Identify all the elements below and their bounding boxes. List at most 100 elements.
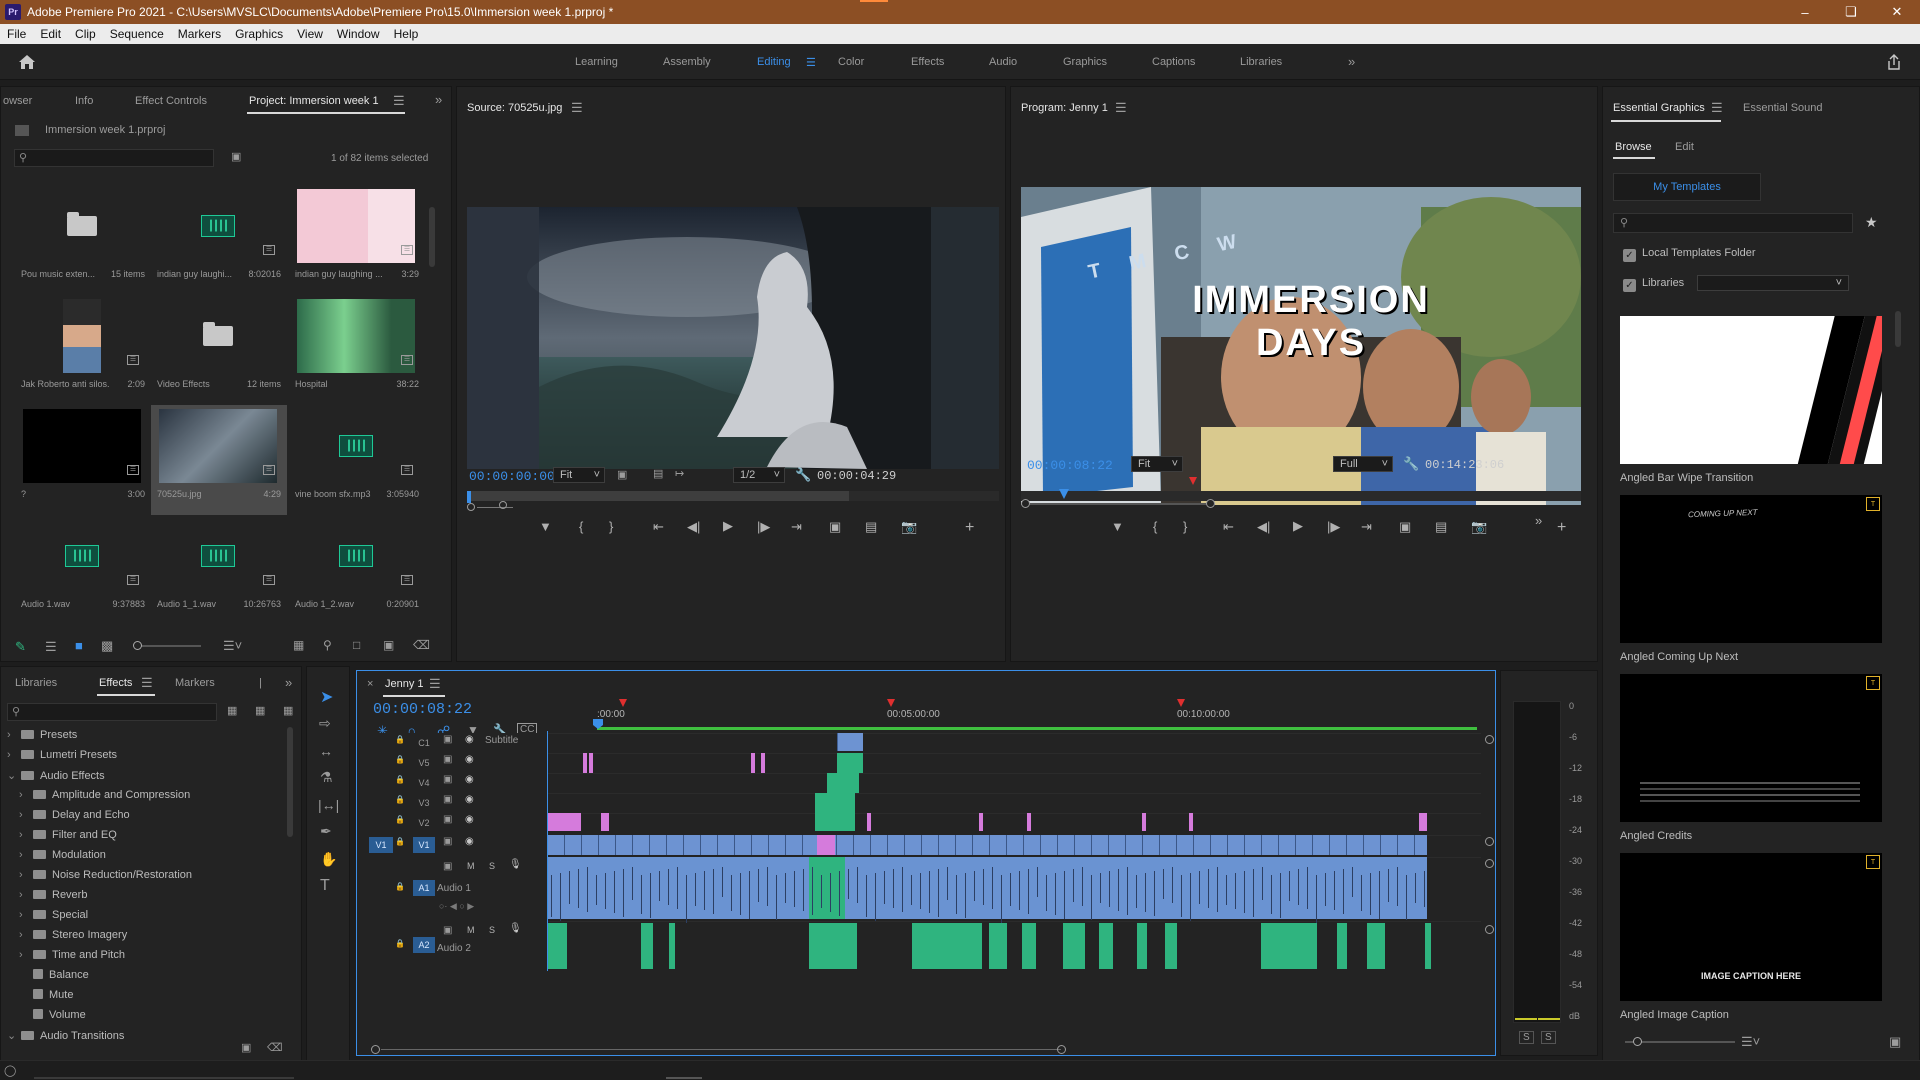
eg-edit-tab[interactable]: Edit	[1675, 141, 1694, 153]
effects-tree-item[interactable]: › Stereo Imagery	[7, 929, 127, 941]
source-zoom-handle[interactable]	[499, 501, 507, 509]
video-clip[interactable]	[867, 813, 871, 831]
overwrite-icon[interactable]: ▤	[865, 519, 877, 535]
audio-clip[interactable]	[547, 857, 1427, 919]
chevron-down-icon[interactable]: ⌄	[7, 769, 21, 782]
template-angled-bar-wipe[interactable]: Angled Bar Wipe Transition	[1620, 316, 1882, 484]
menu-edit[interactable]: Edit	[33, 27, 68, 41]
minimize-button[interactable]: –	[1782, 0, 1828, 24]
effects-tree-item[interactable]: › Amplitude and Compression	[7, 789, 190, 801]
meter-solo-left[interactable]: S	[1519, 1031, 1534, 1044]
program-zoom-bar[interactable]	[1021, 499, 1215, 508]
source-monitor-title[interactable]: Source: 70525u.jpg	[467, 102, 562, 114]
track-select-tool-icon[interactable]: ⇨	[319, 715, 331, 732]
program-add-marker-icon[interactable]: ▼	[1111, 519, 1124, 534]
workspace-audio[interactable]: Audio	[989, 56, 1017, 68]
workspace-color[interactable]: Color	[838, 56, 864, 68]
chevron-right-icon[interactable]: ›	[19, 889, 33, 901]
effects-tree-item[interactable]: › Delay and Echo	[7, 809, 130, 821]
effects-tree-item[interactable]: › Time and Pitch	[7, 949, 125, 961]
source-timecode[interactable]: 00:00:00:00	[469, 469, 555, 484]
workspace-libraries[interactable]: Libraries	[1240, 56, 1282, 68]
program-fit-select[interactable]: Fit ˅	[1131, 456, 1183, 472]
program-export-frame-icon[interactable]: 📷	[1471, 519, 1487, 535]
settings-wrench-icon[interactable]: 🔧	[795, 467, 811, 483]
effects-tree-item[interactable]: › Special	[7, 909, 88, 921]
effects-tree-item[interactable]: ⌄ Audio Transitions	[7, 1029, 124, 1042]
eye-visibility-icon[interactable]: ◉	[465, 794, 474, 805]
workspace-effects[interactable]: Effects	[911, 56, 944, 68]
track-lane[interactable]	[547, 813, 1481, 831]
meter-solo-right[interactable]: S	[1541, 1031, 1556, 1044]
razor-tool-icon[interactable]: ⚗	[320, 769, 333, 786]
template-angled-credits[interactable]: T Angled Credits	[1620, 674, 1882, 842]
video-clip[interactable]	[1419, 813, 1427, 831]
32bit-effects-icon[interactable]: ▦	[255, 704, 265, 717]
track-height-handle[interactable]	[1485, 837, 1494, 846]
go-to-out-icon[interactable]: ⇥	[791, 519, 802, 535]
panel-menu-icon[interactable]: ☰	[393, 93, 405, 109]
chevron-down-icon[interactable]: ⌄	[7, 1029, 21, 1042]
local-templates-checkbox[interactable]: ✓ Local Templates Folder	[1623, 247, 1756, 262]
accelerated-effects-icon[interactable]: ▦	[227, 704, 237, 717]
template-search-input[interactable]: ⚲	[1613, 213, 1853, 233]
sort-icon[interactable]: ☰˅	[223, 638, 242, 654]
workspace-captions[interactable]: Captions	[1152, 56, 1195, 68]
add-marker-icon[interactable]: ▼	[539, 519, 552, 534]
libraries-checkbox[interactable]: ✓ Libraries	[1623, 277, 1684, 292]
eye-visibility-icon[interactable]: ◉	[465, 836, 474, 847]
drag-video-icon[interactable]: ↦	[675, 467, 684, 480]
timeline-scrollbar[interactable]	[357, 1045, 1495, 1055]
menu-file[interactable]: File	[0, 27, 33, 41]
insert-icon[interactable]: ▣	[829, 519, 841, 535]
program-go-to-in-icon[interactable]: ⇤	[1223, 519, 1234, 535]
program-menu-icon[interactable]: ☰	[1115, 100, 1127, 116]
go-to-in-icon[interactable]: ⇤	[653, 519, 664, 535]
effects-tree-item[interactable]: ⌄ Audio Effects	[7, 769, 105, 782]
microphone-icon[interactable]: 🎙	[509, 923, 522, 934]
eg-menu-icon[interactable]: ☰	[1711, 100, 1723, 116]
menu-sequence[interactable]: Sequence	[103, 27, 171, 41]
workspace-graphics[interactable]: Graphics	[1063, 56, 1107, 68]
workspace-menu-icon[interactable]: ☰	[806, 56, 816, 69]
toggle-sync-lock-icon[interactable]: ▣	[443, 861, 452, 872]
solo-button[interactable]: S	[489, 861, 495, 871]
track-lock-icon[interactable]: 🔒	[395, 755, 405, 764]
pen-tool-icon[interactable]: ✒	[320, 823, 332, 840]
project-item[interactable]: ┃┃┃┃ ☰ vine boom sfx.mp3 3:05940	[289, 405, 425, 515]
audio-clip[interactable]	[989, 923, 1007, 969]
video-clip[interactable]	[1189, 813, 1193, 831]
toggle-sync-lock-icon[interactable]: ▣	[443, 794, 452, 805]
toggle-sync-lock-icon[interactable]: ▣	[443, 836, 452, 847]
pink-video-clip[interactable]	[761, 753, 765, 773]
program-monitor-title[interactable]: Program: Jenny 1	[1021, 102, 1108, 114]
audio-clip[interactable]	[547, 923, 567, 969]
home-icon[interactable]	[18, 54, 36, 70]
track-lock-icon[interactable]: 🔒	[395, 882, 405, 891]
new-bin-from-search-icon[interactable]: ▣	[231, 150, 241, 163]
close-sequence-icon[interactable]: ×	[367, 678, 373, 690]
pink-video-clip[interactable]	[589, 753, 593, 773]
source-menu-icon[interactable]: ☰	[571, 100, 583, 116]
toggle-sync-lock-icon[interactable]: ▣	[443, 814, 452, 825]
tab-markers[interactable]: Markers	[175, 677, 215, 689]
workspace-learning[interactable]: Learning	[575, 56, 618, 68]
close-button[interactable]: ✕	[1874, 0, 1920, 24]
more-workspaces-icon[interactable]: »	[1348, 54, 1355, 69]
eye-visibility-icon[interactable]: ◉	[465, 814, 474, 825]
microphone-icon[interactable]: 🎙	[509, 859, 522, 870]
track-target[interactable]: V2	[413, 815, 435, 831]
program-play-icon[interactable]: ▶	[1293, 518, 1303, 534]
workspace-editing[interactable]: Editing	[757, 56, 791, 68]
effects-tree-item[interactable]: Mute	[7, 989, 73, 1001]
track-target[interactable]: V5	[413, 755, 435, 771]
video-clip[interactable]	[837, 733, 863, 751]
program-marker[interactable]	[1189, 477, 1197, 485]
write-pencil-icon[interactable]: ✎	[15, 639, 26, 655]
hand-tool-icon[interactable]: ✋	[320, 851, 337, 868]
source-patch[interactable]: V1	[369, 837, 393, 853]
export-frame-icon[interactable]: 📷	[901, 519, 917, 535]
project-scrollbar[interactable]	[429, 207, 435, 267]
pink-video-clip[interactable]	[751, 753, 755, 773]
track-lane[interactable]	[547, 793, 1481, 811]
